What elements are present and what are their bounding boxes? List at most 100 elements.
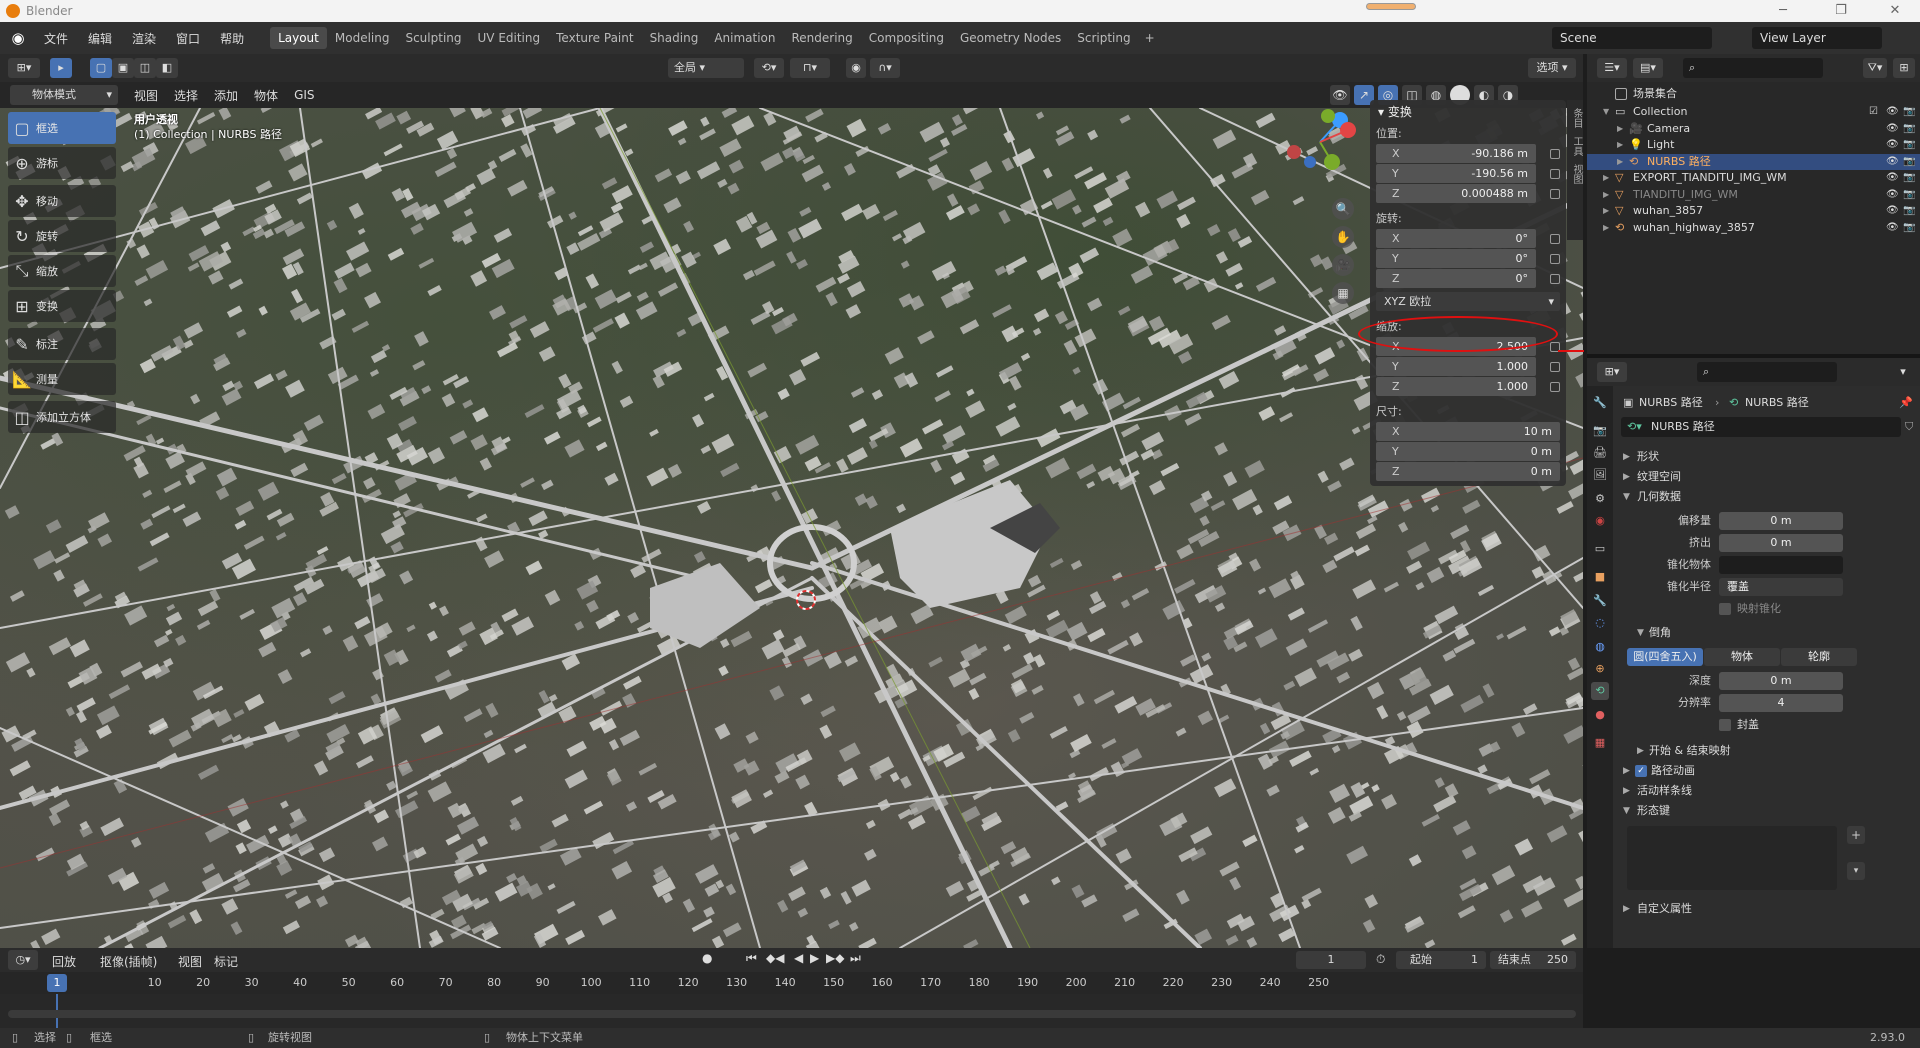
tab-texture-paint[interactable]: Texture Paint (548, 27, 641, 49)
tab-sculpting[interactable]: Sculpting (397, 27, 469, 49)
tab-layout[interactable]: Layout (270, 27, 327, 49)
tool-0[interactable]: ▢ 框选 (8, 112, 116, 144)
menu-object[interactable]: 物体 (246, 87, 286, 104)
chevron-right-icon[interactable]: ▶ (1603, 187, 1609, 203)
snap-icon[interactable]: ⊓▾ (790, 58, 830, 78)
path-animation-checkbox[interactable]: ✓ (1635, 765, 1647, 777)
dimensions-x-field[interactable]: X 10 m (1376, 422, 1560, 441)
map-taper-checkbox[interactable] (1719, 603, 1731, 615)
lock-icon[interactable] (1550, 169, 1560, 179)
tab-rendering[interactable]: Rendering (784, 27, 861, 49)
dimensions-z-field[interactable]: Z 0 m (1376, 462, 1560, 481)
falloff-icon[interactable]: ∩▾ (870, 58, 900, 78)
visibility-eye-icon[interactable]: 👁 (1886, 106, 1899, 118)
tool-8[interactable]: ◫ 添加立方体 (8, 401, 116, 433)
section-custom-properties[interactable]: ▶ 自定义属性 (1613, 898, 1920, 920)
fake-user-shield-icon[interactable]: ⛉ (1905, 416, 1913, 438)
editor-type-button[interactable]: ⊞▾ (8, 58, 40, 78)
tab-animation[interactable]: Animation (706, 27, 783, 49)
chevron-right-icon[interactable]: ▶ (1617, 121, 1623, 137)
chevron-down-icon[interactable]: ▾ (1893, 362, 1913, 382)
timeline-marker-menu[interactable]: 标记 (214, 953, 238, 970)
editor-type-button[interactable]: ◷▾ (8, 950, 38, 970)
timeline-view-menu[interactable]: 视图 (178, 953, 202, 970)
close-button[interactable]: ✕ (1872, 0, 1918, 22)
select-mode-extend-icon[interactable]: ▣ (112, 58, 134, 78)
chevron-right-icon[interactable]: ▶ (1603, 170, 1609, 186)
visibility-eye-icon[interactable]: 👁 (1886, 222, 1899, 234)
lock-icon[interactable] (1550, 149, 1560, 159)
physics-tab-icon[interactable]: ◍ (1591, 638, 1609, 656)
menu-view[interactable]: 视图 (126, 87, 166, 104)
stopwatch-icon[interactable]: ⏱ (1376, 952, 1385, 967)
timeline-body[interactable] (0, 994, 1583, 1028)
menu-file[interactable]: 文件 (34, 30, 78, 47)
section-shape-keys[interactable]: ▼ 形态键 (1613, 800, 1920, 822)
visibility-eye-icon[interactable]: 👁 (1886, 123, 1899, 135)
zoom-icon[interactable]: 🔍 (1332, 198, 1354, 220)
bevel-mode-round-button[interactable]: 圆(四舍五入) (1627, 648, 1703, 666)
menu-window[interactable]: 窗口 (166, 30, 210, 47)
bevel-resolution-field[interactable]: 4 (1719, 694, 1843, 712)
add-shape-key-button[interactable]: + (1847, 826, 1865, 844)
world-tab-icon[interactable]: ◉ (1591, 512, 1609, 530)
lock-icon[interactable] (1550, 234, 1560, 244)
perspective-grid-icon[interactable]: ▦ (1332, 282, 1354, 304)
chevron-right-icon[interactable]: ▶ (1617, 137, 1623, 153)
scale-y-field[interactable]: Y 1.000 (1376, 357, 1536, 376)
output-tab-icon[interactable]: 🖨 (1591, 444, 1609, 462)
section-geometry[interactable]: ▼ 几何数据 (1613, 486, 1920, 508)
jump-prev-key-icon[interactable]: ◆◀ (766, 951, 784, 965)
filter-icon[interactable]: ⛛▾ (1863, 58, 1887, 78)
section-texture-space[interactable]: ▶ 纹理空间 (1613, 466, 1920, 488)
play-reverse-icon[interactable]: ◀ (794, 951, 803, 965)
taper-radius-select[interactable]: 覆盖 (1719, 578, 1843, 596)
object-mode-select[interactable]: 物体模式 ▾ (10, 85, 118, 105)
jump-end-icon[interactable]: ⏭ (850, 951, 861, 966)
texture-tab-icon[interactable]: ▦ (1591, 734, 1609, 752)
start-frame-field[interactable]: 起始 1 (1396, 951, 1486, 969)
section-start-end-mapping[interactable]: ▶ 开始 & 结束映射 (1613, 740, 1920, 762)
render-tab-icon[interactable]: 📷 (1591, 422, 1609, 440)
transform-panel-header[interactable]: ▾ 变换 (1370, 100, 1566, 124)
collection-tab-icon[interactable]: ▭ (1591, 540, 1609, 558)
keying-menu[interactable]: 抠像(插帧) (100, 953, 157, 970)
jump-next-key-icon[interactable]: ▶◆ (826, 951, 844, 965)
lock-icon[interactable] (1550, 189, 1560, 199)
shape-key-menu-button[interactable]: ▾ (1847, 862, 1865, 880)
tool-5[interactable]: ⊞ 变换 (8, 290, 116, 322)
pin-icon[interactable]: 📌 (1899, 392, 1913, 414)
outliner-row[interactable]: ▶ ⟲ NURBS 路径 👁 📷 (1587, 153, 1920, 170)
taper-object-field[interactable] (1719, 556, 1843, 574)
pan-hand-icon[interactable]: ✋ (1332, 226, 1354, 248)
render-visibility-icon[interactable]: 📷 (1903, 123, 1915, 135)
datablock-selector[interactable]: ⟲▾ NURBS 路径 ⛉ (1613, 416, 1920, 438)
shape-keys-list[interactable] (1627, 826, 1837, 890)
display-mode-button[interactable]: ▤▾ (1633, 58, 1663, 78)
scale-z-field[interactable]: Z 1.000 (1376, 377, 1536, 396)
menu-select[interactable]: 选择 (166, 87, 206, 104)
3d-viewport[interactable]: 用户透视 (1) Collection | NURBS 路径 🔍 ✋ 🎥 ▦ (0, 108, 1583, 948)
modifier-tab-icon[interactable]: 🔧 (1591, 592, 1609, 610)
render-visibility-icon[interactable]: 📷 (1903, 172, 1915, 184)
rotation-y-field[interactable]: Y 0° (1376, 249, 1536, 268)
scene-tab-icon[interactable]: ⚙ (1591, 490, 1609, 508)
menu-add[interactable]: 添加 (206, 87, 246, 104)
timeline-scrollbar[interactable] (8, 1010, 1576, 1018)
tool-3[interactable]: ↻ 旋转 (8, 220, 116, 252)
tab-compositing[interactable]: Compositing (861, 27, 952, 49)
render-visibility-icon[interactable]: 📷 (1903, 189, 1915, 201)
current-frame-indicator[interactable]: 1 (47, 974, 67, 992)
navigation-gizmo[interactable] (1280, 108, 1360, 182)
object-tab-icon[interactable]: ■ (1591, 568, 1609, 586)
tab-scripting[interactable]: Scripting (1069, 27, 1138, 49)
rotation-mode-select[interactable]: XYZ 欧拉 ▾ (1376, 292, 1560, 311)
scene-selector[interactable]: Scene (1552, 27, 1712, 49)
select-mode-new-icon[interactable]: ▢ (90, 58, 112, 78)
editor-type-button[interactable]: ☰▾ (1597, 58, 1627, 78)
section-active-spline[interactable]: ▶ 活动样条线 (1613, 780, 1920, 802)
current-frame-field[interactable]: 1 (1296, 951, 1366, 969)
fill-caps-checkbox[interactable] (1719, 719, 1731, 731)
lock-icon[interactable] (1550, 382, 1560, 392)
rotation-x-field[interactable]: X 0° (1376, 229, 1536, 248)
